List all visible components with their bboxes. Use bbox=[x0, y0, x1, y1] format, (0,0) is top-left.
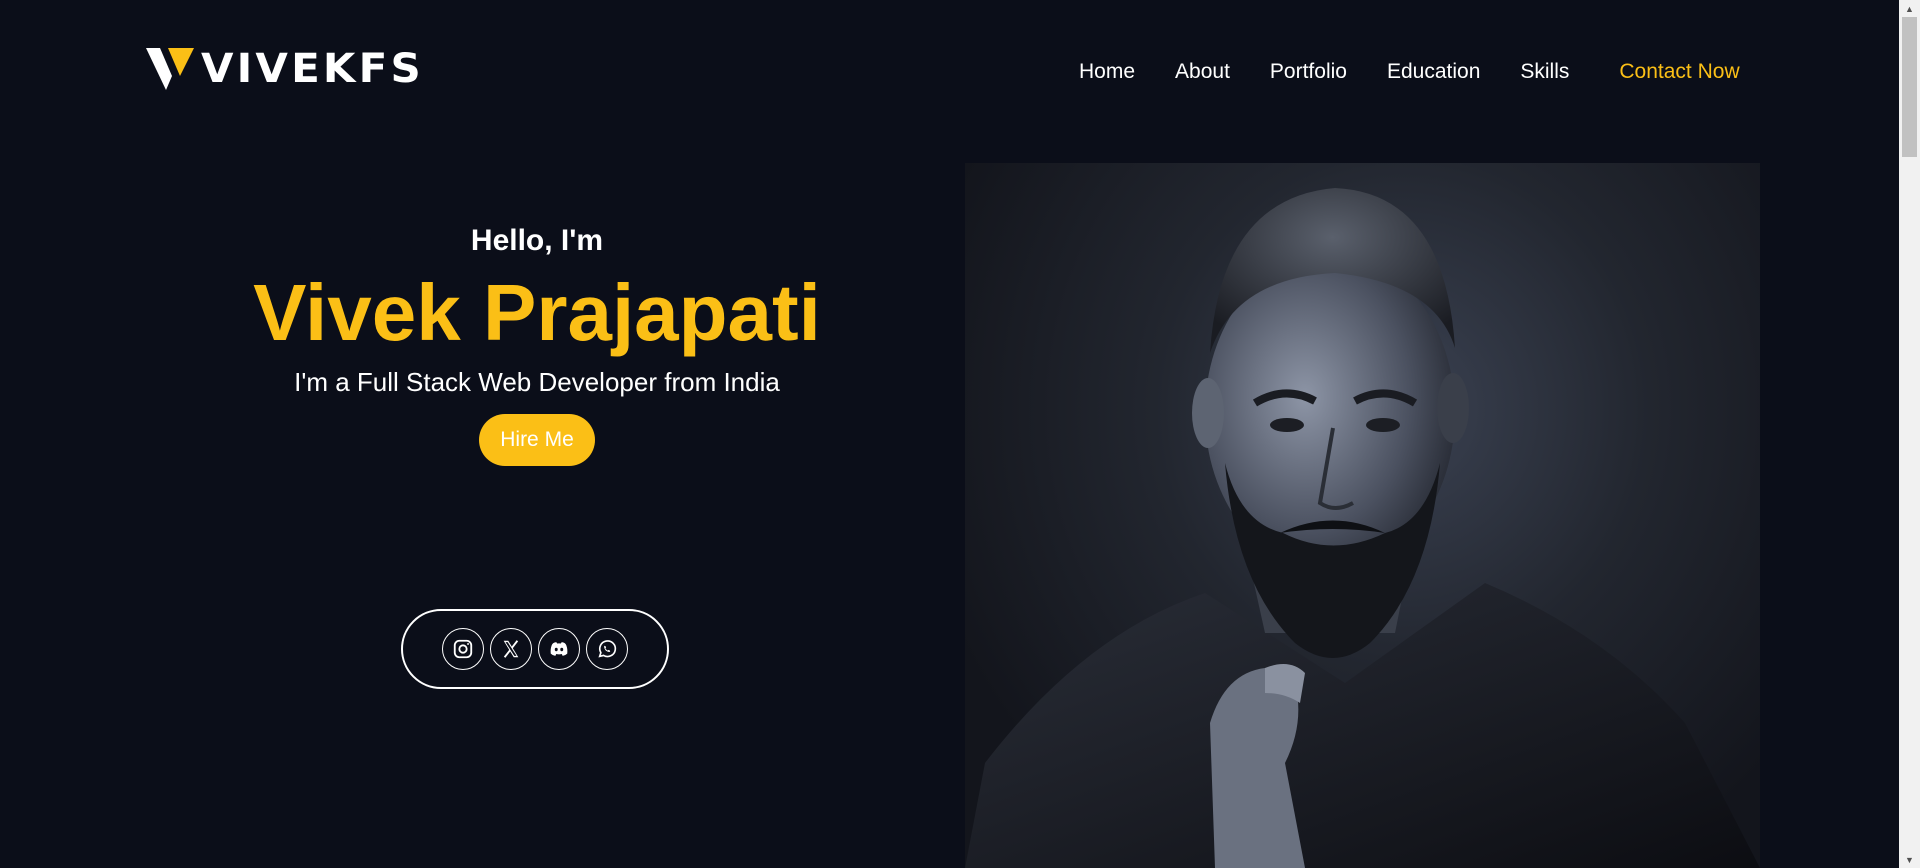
page: VIVEKFS Home About Portfolio Education S… bbox=[0, 0, 1899, 868]
contact-now-link[interactable]: Contact Now bbox=[1619, 58, 1739, 86]
logo-v-icon bbox=[146, 48, 194, 90]
hero-name: Vivek Prajapati bbox=[253, 268, 821, 357]
profile-portrait bbox=[965, 163, 1760, 868]
discord-icon bbox=[550, 642, 568, 656]
scrollbar-thumb[interactable] bbox=[1902, 17, 1917, 157]
whatsapp-link[interactable] bbox=[586, 628, 628, 670]
instagram-link[interactable] bbox=[442, 628, 484, 670]
nav-education[interactable]: Education bbox=[1387, 58, 1480, 86]
portrait-image bbox=[965, 188, 1760, 868]
x-twitter-icon bbox=[503, 640, 519, 658]
hire-me-button[interactable]: Hire Me bbox=[479, 414, 595, 466]
hero-tagline: I'm a Full Stack Web Developer from Indi… bbox=[294, 367, 780, 397]
hero-greeting: Hello, I'm bbox=[470, 224, 604, 257]
logo-text: VIVEKFS bbox=[201, 46, 424, 92]
nav-home[interactable]: Home bbox=[1079, 58, 1135, 86]
social-links bbox=[401, 609, 669, 689]
hero-section: Hello, I'm Vivek Prajapati I'm a Full St… bbox=[200, 218, 874, 466]
nav-skills[interactable]: Skills bbox=[1520, 58, 1569, 86]
whatsapp-icon bbox=[598, 640, 617, 658]
nav-portfolio[interactable]: Portfolio bbox=[1270, 58, 1347, 86]
site-logo[interactable]: VIVEKFS bbox=[146, 46, 421, 92]
scroll-down-arrow-icon[interactable]: ▼ bbox=[1899, 851, 1920, 868]
discord-link[interactable] bbox=[538, 628, 580, 670]
scroll-up-arrow-icon[interactable]: ▲ bbox=[1899, 0, 1920, 17]
nav-about[interactable]: About bbox=[1175, 58, 1230, 86]
instagram-icon bbox=[453, 639, 473, 659]
page-scrollbar[interactable]: ▲ ▼ bbox=[1899, 0, 1920, 868]
main-nav: Home About Portfolio Education Skills Co… bbox=[1079, 58, 1740, 86]
x-twitter-link[interactable] bbox=[490, 628, 532, 670]
